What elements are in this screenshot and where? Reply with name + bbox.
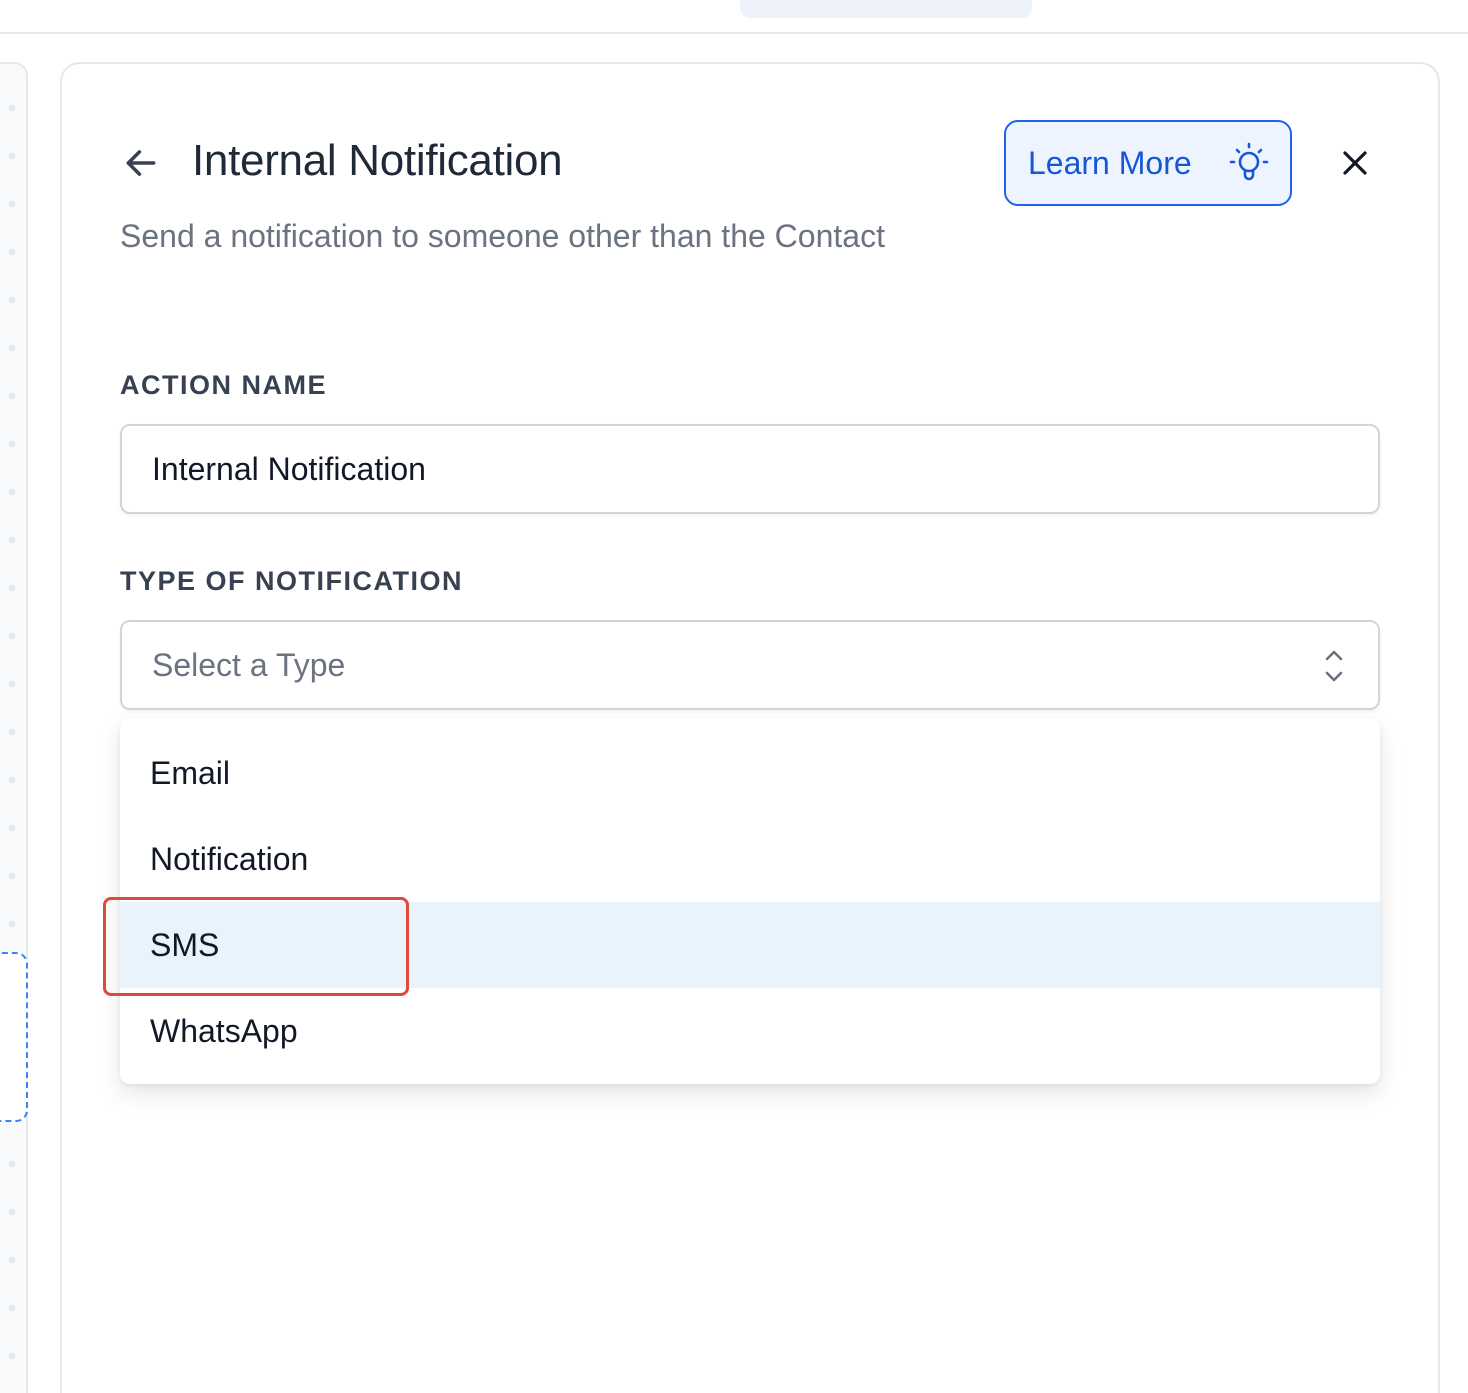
page-subtitle: Send a notification to someone other tha… [120,218,885,254]
action-name-label: ACTION NAME [120,370,327,400]
close-button[interactable] [1334,142,1376,184]
option-email[interactable]: Email [120,730,1380,816]
canvas-grid-dots [8,84,16,1393]
option-whatsapp[interactable]: WhatsApp [120,988,1380,1074]
notification-type-select[interactable]: Select a Type [120,620,1380,710]
chevron-up-down-icon [1325,650,1343,682]
workflow-canvas[interactable] [0,62,28,1393]
canvas-drop-node[interactable] [0,952,28,1122]
back-button[interactable] [120,142,162,184]
option-sms[interactable]: SMS [120,902,1380,988]
arrow-left-icon [126,150,156,176]
lightbulb-icon [1229,142,1269,181]
type-of-notification-label: TYPE OF NOTIFICATION [120,566,463,596]
learn-more-button[interactable]: Learn More [1004,120,1292,206]
action-name-input[interactable] [120,424,1380,514]
learn-more-label: Learn More [1028,144,1192,181]
top-bar [0,0,1468,34]
close-icon [1343,151,1367,175]
page-title: Internal Notification [192,136,563,185]
option-notification[interactable]: Notification [120,816,1380,902]
page: Internal Notification Send a notificatio… [0,0,1468,1393]
top-bar-tab[interactable] [740,0,1032,18]
notification-type-dropdown: Email Notification SMS WhatsApp [120,718,1380,1084]
select-placeholder: Select a Type [152,646,346,683]
